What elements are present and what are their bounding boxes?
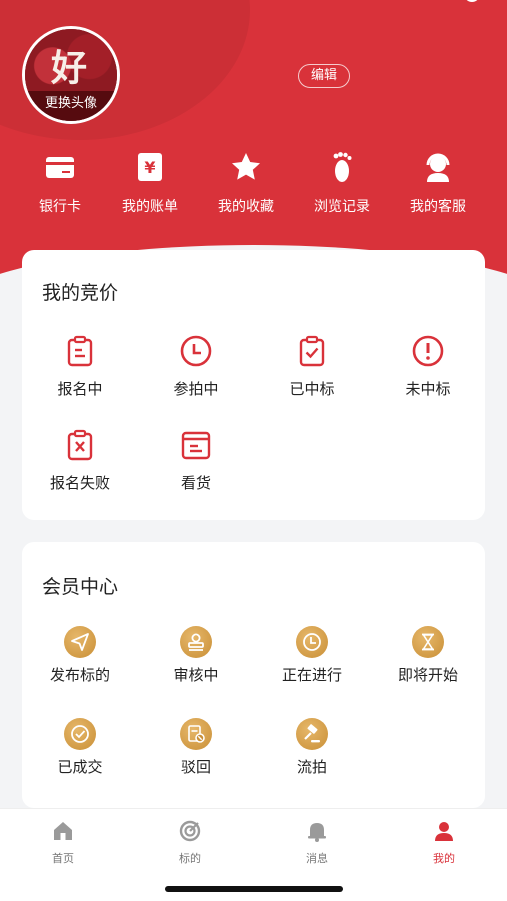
bidding-item-label: 已中标 xyxy=(289,380,335,398)
member-item-upcoming[interactable]: 即将开始 xyxy=(370,626,486,685)
tab-messages[interactable]: 消息 xyxy=(254,819,380,866)
member-item-label: 审核中 xyxy=(173,666,219,684)
box-icon xyxy=(181,431,211,460)
hourglass-icon xyxy=(412,626,444,658)
bidding-item-label: 参拍中 xyxy=(173,380,219,398)
edit-button[interactable]: 编辑 xyxy=(298,64,350,88)
clock-icon xyxy=(180,335,212,367)
home-icon xyxy=(54,822,72,840)
shortcut-favorites[interactable]: 我的收藏 xyxy=(198,150,294,216)
bell-icon xyxy=(308,823,326,842)
send-icon xyxy=(64,626,96,658)
bidding-item-bidding[interactable]: 参拍中 xyxy=(138,334,254,399)
shortcut-bill[interactable]: ¥ 我的账单 xyxy=(102,150,198,216)
clipboard-check-icon xyxy=(299,335,325,367)
stamp-icon xyxy=(180,626,212,658)
tab-targets[interactable]: 标的 xyxy=(127,819,253,866)
shortcut-history[interactable]: 浏览记录 xyxy=(294,150,390,216)
member-item-rejected[interactable]: 驳回 xyxy=(138,718,254,777)
bidding-item-inspect[interactable]: 看货 xyxy=(138,428,254,493)
home-indicator xyxy=(165,886,343,892)
customer-service-icon xyxy=(426,153,450,182)
member-card: 会员中心 发布标的 审核中 正在进行 即将开始 已成交 驳回 流拍 xyxy=(22,542,485,808)
member-item-label: 流拍 xyxy=(296,758,327,776)
member-item-unsold[interactable]: 流拍 xyxy=(254,718,370,777)
shortcut-label: 银行卡 xyxy=(39,199,81,215)
tab-mine[interactable]: 我的 xyxy=(381,819,507,866)
shortcut-label: 我的账单 xyxy=(122,199,178,215)
bidding-item-label: 报名中 xyxy=(57,380,103,398)
gavel-icon xyxy=(296,718,328,750)
tab-home[interactable]: 首页 xyxy=(0,819,126,866)
shortcut-bank-card[interactable]: 银行卡 xyxy=(12,150,108,216)
check-circle-icon xyxy=(64,718,96,750)
member-item-publish[interactable]: 发布标的 xyxy=(22,626,138,685)
tab-label: 我的 xyxy=(433,852,455,865)
svg-text:¥: ¥ xyxy=(144,158,155,177)
settings-icon[interactable] xyxy=(461,0,483,8)
avatar[interactable]: 好 更换头像 xyxy=(22,26,120,124)
member-item-label: 正在进行 xyxy=(281,666,342,684)
change-avatar-label[interactable]: 更换头像 xyxy=(25,91,117,121)
member-item-deal[interactable]: 已成交 xyxy=(22,718,138,777)
avatar-glyph: 好 xyxy=(51,47,88,89)
bidding-item-won[interactable]: 已中标 xyxy=(254,334,370,399)
bidding-item-label: 报名失败 xyxy=(49,474,110,492)
star-icon xyxy=(232,153,260,180)
bill-icon: ¥ xyxy=(138,153,162,181)
shortcut-label: 我的收藏 xyxy=(218,199,274,215)
tab-label: 首页 xyxy=(52,852,74,865)
bidding-item-failed[interactable]: 报名失败 xyxy=(22,428,138,493)
user-icon xyxy=(435,822,453,841)
tab-label: 标的 xyxy=(179,852,201,865)
shortcut-label: 浏览记录 xyxy=(314,199,370,215)
footprint-icon xyxy=(333,152,352,182)
member-item-label: 发布标的 xyxy=(49,666,110,684)
clock-icon xyxy=(296,626,328,658)
clipboard-icon xyxy=(67,335,93,367)
bidding-item-lost[interactable]: 未中标 xyxy=(370,334,486,399)
member-item-reviewing[interactable]: 审核中 xyxy=(138,626,254,685)
shortcut-label: 我的客服 xyxy=(410,199,466,215)
tab-label: 消息 xyxy=(306,852,328,865)
member-item-label: 驳回 xyxy=(180,758,211,776)
clipboard-x-icon xyxy=(67,429,93,461)
bidding-card: 我的竞价 报名中 参拍中 已中标 未中标 报名失败 看货 xyxy=(22,250,485,520)
bidding-title: 我的竞价 xyxy=(42,282,119,304)
member-item-label: 已成交 xyxy=(57,758,103,776)
bidding-item-label: 看货 xyxy=(180,474,211,492)
bank-card-icon xyxy=(46,157,74,178)
bidding-item-label: 未中标 xyxy=(405,380,451,398)
bidding-item-registering[interactable]: 报名中 xyxy=(22,334,138,399)
alert-icon xyxy=(412,335,444,367)
member-item-ongoing[interactable]: 正在进行 xyxy=(254,626,370,685)
member-title: 会员中心 xyxy=(42,576,119,598)
shortcut-bar: 银行卡 ¥ 我的账单 我的收藏 浏览记录 我的客服 xyxy=(0,150,507,230)
member-item-label: 即将开始 xyxy=(397,666,458,684)
shortcut-customer-service[interactable]: 我的客服 xyxy=(390,150,486,216)
target-icon xyxy=(179,820,201,842)
reject-icon xyxy=(180,718,212,750)
